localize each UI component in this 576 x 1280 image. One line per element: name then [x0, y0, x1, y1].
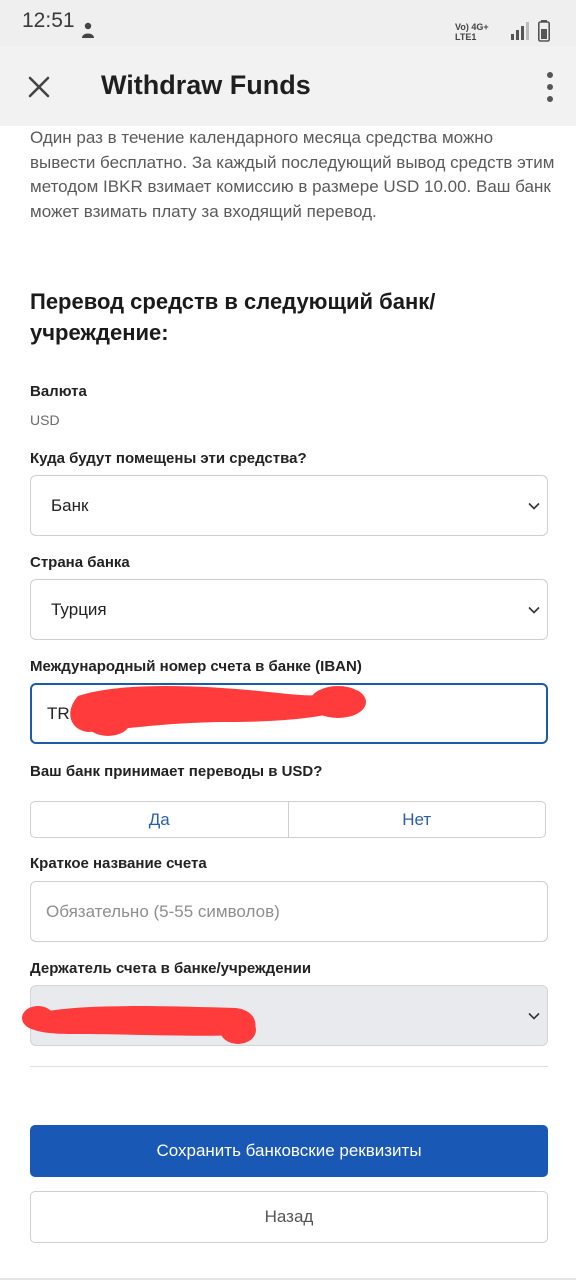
account-holder-label: Держатель счета в банке/учреждении	[30, 960, 312, 977]
chevron-down-icon	[528, 606, 540, 614]
account-holder-select[interactable]	[30, 985, 548, 1046]
bank-country-selected: Турция	[51, 600, 107, 619]
signal-icon	[511, 22, 529, 40]
back-button[interactable]: Назад	[30, 1191, 548, 1243]
chevron-down-icon	[528, 1012, 540, 1020]
accepts-usd-no-button[interactable]: Нет	[287, 802, 546, 837]
divider	[30, 1066, 548, 1067]
destination-select[interactable]: Банк	[30, 475, 548, 536]
accepts-usd-yes-button[interactable]: Да	[31, 802, 288, 837]
status-time: 12:51	[22, 9, 75, 32]
page-title: Withdraw Funds	[101, 70, 311, 100]
app-bar: Withdraw Funds	[0, 46, 576, 126]
withdrawal-fee-notice: Один раз в течение календарного месяца с…	[30, 128, 555, 221]
bank-country-select[interactable]: Турция	[30, 579, 548, 640]
destination-selected: Банк	[51, 496, 89, 515]
network-label-top: Vo) 4G+	[455, 22, 489, 32]
iban-label: Международный номер счета в банке (IBAN)	[30, 658, 362, 675]
account-short-name-input[interactable]	[30, 881, 548, 942]
network-label-bottom: LTE1	[455, 32, 477, 42]
status-bar: 12:51 Vo) 4G+ LTE1	[0, 0, 576, 46]
save-bank-details-button[interactable]: Сохранить банковские реквизиты	[30, 1125, 548, 1177]
close-icon[interactable]	[24, 72, 54, 102]
iban-input[interactable]	[30, 683, 548, 744]
accepts-usd-toggle: Да Нет	[30, 801, 546, 838]
destination-label: Куда будут помещены эти средства?	[30, 450, 307, 467]
currency-label: Валюта	[30, 383, 87, 400]
more-vertical-icon[interactable]	[540, 70, 560, 104]
accepts-usd-label: Ваш банк принимает переводы в USD?	[30, 763, 323, 780]
bank-country-label: Страна банка	[30, 554, 130, 571]
section-heading: Перевод средств в следующий банк/ учрежд…	[30, 289, 436, 345]
currency-value: USD	[30, 412, 60, 428]
person-icon	[82, 22, 94, 38]
chevron-down-icon	[528, 502, 540, 510]
battery-icon	[538, 20, 550, 42]
account-short-name-label: Краткое название счета	[30, 855, 207, 872]
